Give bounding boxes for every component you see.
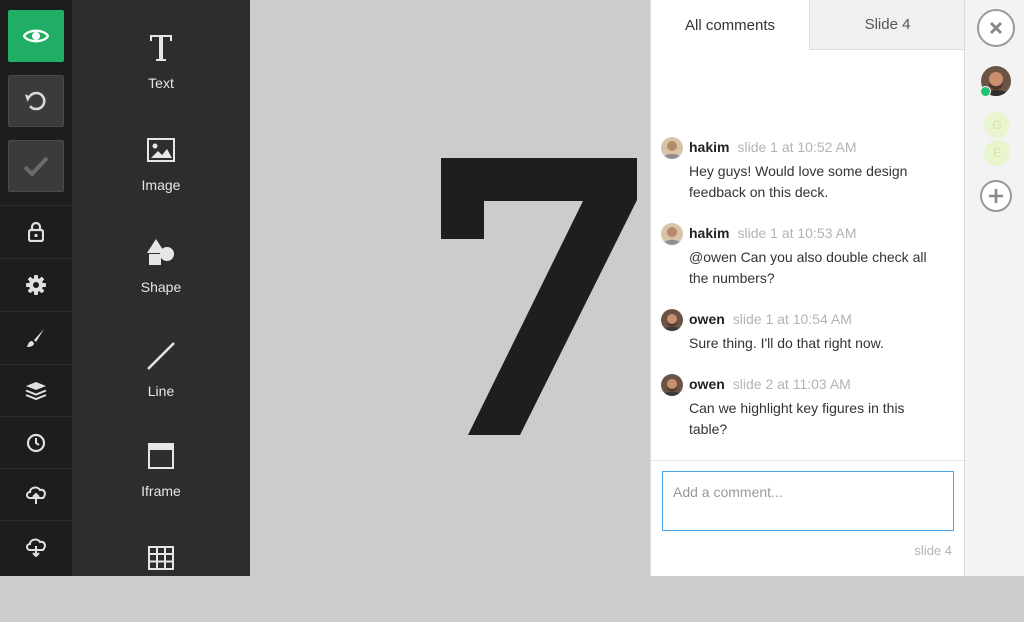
avatar[interactable] xyxy=(661,374,683,396)
comment-divider xyxy=(651,460,965,461)
block-image[interactable]: Image xyxy=(72,124,250,214)
checkmark-icon xyxy=(23,156,49,177)
image-icon xyxy=(141,130,181,170)
comments-panel: All comments Slide 4 hakim slide 1 at 10:… xyxy=(650,0,965,576)
collaboration-rail: G E xyxy=(964,0,1024,576)
comment-text: @owen Can you also double check all the … xyxy=(689,249,927,286)
comment-input[interactable] xyxy=(662,471,954,531)
shape-icon xyxy=(141,232,181,272)
avatar[interactable] xyxy=(661,137,683,159)
cloud-download-icon xyxy=(26,538,46,557)
table-icon xyxy=(141,538,181,578)
online-status-indicator xyxy=(980,86,991,97)
comment-meta[interactable]: slide 1 at 10:52 AM xyxy=(737,139,856,155)
undo-button[interactable] xyxy=(8,75,64,127)
save-button[interactable] xyxy=(8,140,64,192)
text-icon xyxy=(141,28,181,68)
layers-icon xyxy=(25,382,47,401)
close-button[interactable] xyxy=(977,9,1015,47)
block-iframe[interactable]: Iframe xyxy=(72,430,250,520)
collaborator-avatar[interactable]: E xyxy=(984,140,1010,166)
lock-button[interactable] xyxy=(0,206,72,258)
eye-icon xyxy=(23,29,49,43)
style-button[interactable] xyxy=(0,312,72,364)
lock-icon xyxy=(28,222,44,242)
comment-author[interactable]: hakim xyxy=(689,225,729,241)
revisions-button[interactable] xyxy=(0,417,72,469)
import-button[interactable] xyxy=(0,469,72,521)
block-label: Line xyxy=(147,383,175,399)
add-block-panel: Text Image Shape Line Iframe xyxy=(72,0,250,576)
block-label: Iframe xyxy=(141,483,181,499)
tab-slide-comments[interactable]: Slide 4 xyxy=(809,0,965,50)
preview-button[interactable] xyxy=(8,10,64,62)
brush-icon xyxy=(27,329,44,347)
undo-icon xyxy=(24,91,46,111)
clock-icon xyxy=(26,433,46,453)
invite-collaborator-button[interactable] xyxy=(980,180,1012,212)
block-label: Image xyxy=(141,177,181,193)
tab-all-comments[interactable]: All comments xyxy=(651,0,809,50)
comment-text: Can we highlight key figures in this tab… xyxy=(689,400,905,437)
arrange-button[interactable] xyxy=(0,365,72,417)
iframe-icon xyxy=(141,436,181,476)
comment-author[interactable]: owen xyxy=(689,311,725,327)
cloud-upload-icon xyxy=(26,486,46,504)
add-icon xyxy=(989,189,1003,203)
comment-text: Sure thing. I'll do that right now. xyxy=(689,335,884,351)
comment-text: Hey guys! Would love some design feedbac… xyxy=(689,163,908,200)
line-icon xyxy=(141,336,181,376)
comments-tabs: All comments Slide 4 xyxy=(651,0,965,50)
slide-canvas[interactable] xyxy=(250,0,650,576)
block-shape[interactable]: Shape xyxy=(72,226,250,316)
editor-toolbar xyxy=(0,0,72,576)
avatar[interactable] xyxy=(661,223,683,245)
close-icon xyxy=(989,21,1003,35)
collaborator-avatar[interactable]: G xyxy=(984,112,1010,138)
block-table[interactable] xyxy=(72,532,250,622)
avatar[interactable] xyxy=(661,309,683,331)
settings-button[interactable] xyxy=(0,259,72,311)
block-text[interactable]: Text xyxy=(72,22,250,112)
comment-meta[interactable]: slide 1 at 10:53 AM xyxy=(737,225,856,241)
comment-meta[interactable]: slide 2 at 11:03 AM xyxy=(733,376,851,392)
comment-slide-tag: slide 4 xyxy=(914,543,952,558)
comment-meta[interactable]: slide 1 at 10:54 AM xyxy=(733,311,852,327)
block-label: Shape xyxy=(140,279,182,295)
comment-author[interactable]: hakim xyxy=(689,139,729,155)
slide-content-seven[interactable] xyxy=(250,0,650,576)
block-label: Text xyxy=(148,75,174,91)
block-line[interactable]: Line xyxy=(72,330,250,420)
gear-icon xyxy=(26,275,46,295)
export-button[interactable] xyxy=(0,521,72,573)
comment-author[interactable]: owen xyxy=(689,376,725,392)
